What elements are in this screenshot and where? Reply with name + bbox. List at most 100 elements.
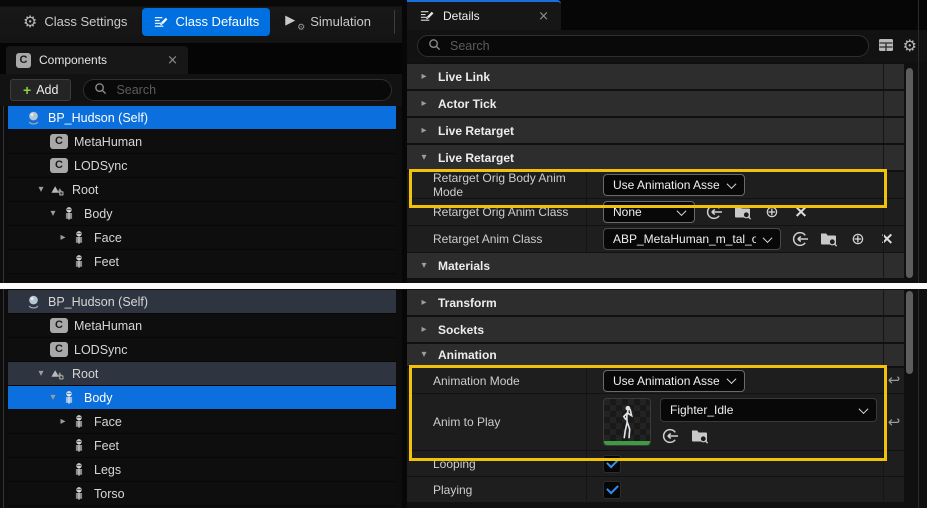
details-settings-gear-icon[interactable]: ⚙ — [903, 38, 917, 54]
tree-item-face[interactable]: ▸ Face — [8, 226, 396, 250]
row-anim-to-play: Anim to Play Fighter_Idle — [407, 394, 904, 451]
tree-item-root[interactable]: ▾ Root — [8, 178, 396, 202]
skeletal-mesh-icon — [70, 438, 88, 453]
tree-item-lodsync[interactable]: ▾ C LODSync — [8, 338, 396, 362]
close-icon[interactable]: × — [167, 54, 178, 67]
class-defaults-button[interactable]: Class Defaults — [142, 8, 270, 36]
tree-item-label: Body — [84, 391, 113, 405]
chevron-down-icon — [727, 374, 737, 384]
tree-item-label: Root — [72, 367, 98, 381]
animation-mode-dropdown[interactable]: Use Animation Asset — [603, 370, 745, 392]
use-selected-asset-icon[interactable] — [790, 229, 810, 249]
component-icon: C — [16, 53, 31, 68]
tab-components[interactable]: C Components × — [6, 46, 188, 74]
animation-thumbnail[interactable] — [603, 398, 651, 446]
revert-icon[interactable]: ↩ — [888, 373, 901, 388]
tree-item-label: LODSync — [74, 159, 128, 173]
tree-item-legs[interactable]: ▸ Legs — [8, 458, 396, 482]
details-search-box[interactable] — [417, 35, 869, 57]
use-selected-asset-icon[interactable] — [660, 426, 680, 446]
tree-item-metahuman[interactable]: ▾ C MetaHuman — [8, 314, 396, 338]
browse-asset-icon[interactable] — [733, 202, 753, 222]
component-icon: C — [50, 134, 68, 149]
reset-column: ↩ — [883, 368, 904, 393]
browse-asset-icon[interactable] — [819, 229, 839, 249]
tree-item-face[interactable]: ▸ Face — [8, 410, 396, 434]
skeletal-mesh-icon — [70, 486, 88, 501]
left-pane-top: ⚙ Class Settings Class Defaults ▶ ⚙ Simu… — [0, 0, 402, 283]
expand-arrow-icon[interactable]: ▾ — [46, 393, 60, 403]
tree-item-label: MetaHuman — [74, 135, 142, 149]
section-label: Transform — [438, 296, 497, 310]
section-live-link[interactable]: ▸ Live Link — [407, 64, 904, 91]
tree-item-bp-hudson-self[interactable]: ▾ BP_Hudson (Self) — [8, 106, 396, 130]
close-icon[interactable]: × — [538, 10, 549, 23]
retarget-orig-body-anim-mode-dropdown[interactable]: Use Animation Asset — [603, 174, 745, 196]
retarget-orig-anim-class-dropdown[interactable]: None — [603, 201, 695, 223]
section-animation[interactable]: ▾ Animation — [407, 344, 904, 368]
revert-icon[interactable]: ↩ — [888, 415, 901, 430]
tree-item-bp-hudson-self[interactable]: ▾ BP_Hudson (Self) — [8, 290, 396, 314]
add-component-button[interactable]: + Add — [10, 79, 71, 101]
section-label: Materials — [438, 259, 490, 273]
collapse-arrow-icon[interactable]: ▸ — [417, 126, 431, 136]
tree-item-lodsync[interactable]: ▾ C LODSync — [8, 154, 396, 178]
tree-item-body[interactable]: ▾ Body — [8, 386, 396, 410]
toolbar-separator — [394, 10, 395, 34]
browse-asset-icon[interactable] — [690, 426, 710, 446]
retarget-anim-class-dropdown[interactable]: ABP_MetaHuman_m_tal_ov — [603, 228, 781, 250]
use-selected-asset-icon[interactable] — [704, 202, 724, 222]
thumbnail-ground — [604, 441, 650, 445]
tree-item-root[interactable]: ▾ Root — [8, 362, 396, 386]
tree-item-feet[interactable]: ▸ Feet — [8, 434, 396, 458]
reset-column — [883, 199, 904, 225]
expand-arrow-icon[interactable]: ▾ — [46, 209, 60, 219]
grid-view-icon[interactable] — [878, 38, 894, 55]
collapse-arrow-icon[interactable]: ▸ — [417, 298, 431, 308]
class-settings-label: Class Settings — [44, 14, 127, 29]
collapse-arrow-icon[interactable]: ▸ — [417, 99, 431, 109]
section-materials[interactable]: ▾ Materials — [407, 253, 904, 280]
components-tree-top: ▾ BP_Hudson (Self) ▾ C MetaHuman ▾ C LOD… — [8, 106, 396, 274]
expand-arrow-icon[interactable]: ▾ — [417, 261, 431, 271]
collapse-arrow-icon[interactable]: ▸ — [56, 417, 70, 427]
anim-to-play-dropdown[interactable]: Fighter_Idle — [660, 398, 877, 422]
add-element-icon[interactable]: ⊕ — [762, 202, 782, 222]
clear-icon[interactable]: × — [791, 202, 811, 222]
check-icon — [606, 482, 619, 495]
scrollbar-thumb[interactable] — [906, 68, 913, 278]
section-transform[interactable]: ▸ Transform — [407, 290, 904, 317]
collapse-arrow-icon[interactable]: ▸ — [417, 72, 431, 82]
expand-arrow-icon[interactable]: ▾ — [417, 350, 431, 360]
components-search-input[interactable] — [114, 82, 381, 98]
playing-checkbox[interactable] — [603, 481, 621, 499]
details-search-input[interactable] — [448, 38, 858, 54]
section-sockets[interactable]: ▸ Sockets — [407, 317, 904, 344]
class-settings-button[interactable]: ⚙ Class Settings — [12, 9, 138, 35]
class-defaults-label: Class Defaults — [175, 14, 259, 29]
expand-arrow-icon[interactable]: ▾ — [34, 185, 48, 195]
tree-item-feet[interactable]: ▸ Feet — [8, 250, 396, 274]
expand-arrow-icon[interactable]: ▾ — [34, 369, 48, 379]
section-actor-tick[interactable]: ▸ Actor Tick — [407, 91, 904, 118]
section-live-retarget-expanded[interactable]: ▾ Live Retarget — [407, 145, 904, 172]
scrollbar-thumb[interactable] — [906, 291, 913, 374]
tree-item-metahuman[interactable]: ▾ C MetaHuman — [8, 130, 396, 154]
reset-column: ↩ — [883, 394, 904, 450]
add-element-icon[interactable]: ⊕ — [848, 229, 868, 249]
collapse-arrow-icon[interactable]: ▸ — [56, 233, 70, 243]
component-icon: C — [50, 158, 68, 173]
tab-details[interactable]: Details × — [407, 0, 561, 30]
horizontal-divider — [0, 283, 927, 289]
section-live-retarget-collapsed[interactable]: ▸ Live Retarget — [407, 118, 904, 145]
expand-arrow-icon[interactable]: ▾ — [417, 153, 431, 163]
section-label: Live Link — [438, 70, 490, 84]
tree-item-body[interactable]: ▾ Body — [8, 202, 396, 226]
simulation-button[interactable]: ▶ ⚙ Simulation — [274, 9, 382, 35]
collapse-arrow-icon[interactable]: ▸ — [417, 325, 431, 335]
tree-item-torso[interactable]: ▸ Torso — [8, 482, 396, 506]
tree-item-label: BP_Hudson (Self) — [48, 295, 148, 309]
row-retarget-anim-class: Retarget Anim Class ABP_MetaHuman_m_tal_… — [407, 226, 904, 253]
looping-checkbox[interactable] — [603, 455, 621, 473]
components-search-box[interactable] — [83, 79, 392, 101]
